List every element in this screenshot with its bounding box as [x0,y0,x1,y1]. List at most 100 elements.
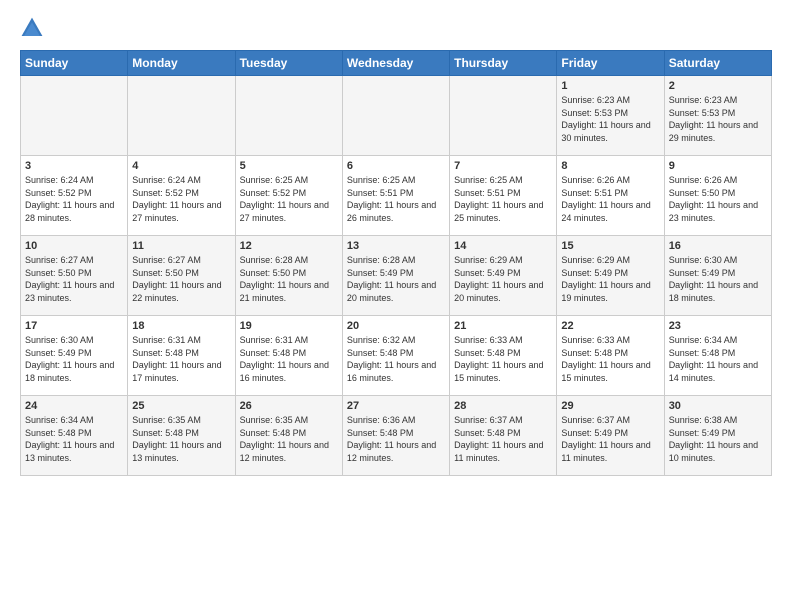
day-number: 18 [132,320,230,332]
day-number: 10 [25,240,123,252]
calendar-cell-2: 2 Sunrise: 6:23 AMSunset: 5:53 PMDaylight… [664,76,771,156]
calendar-cell-26: 26 Sunrise: 6:35 AMSunset: 5:48 PMDayligh… [235,396,342,476]
day-info: Sunrise: 6:23 AMSunset: 5:53 PMDaylight:… [561,94,659,144]
calendar-cell-1: 1 Sunrise: 6:23 AMSunset: 5:53 PMDaylight… [557,76,664,156]
calendar-cell-15: 15 Sunrise: 6:29 AMSunset: 5:49 PMDayligh… [557,236,664,316]
day-info: Sunrise: 6:34 AMSunset: 5:48 PMDaylight:… [25,414,123,464]
calendar-cell-empty [342,76,449,156]
day-number: 9 [669,160,767,172]
page: SundayMondayTuesdayWednesdayThursdayFrid… [0,0,792,486]
calendar-cell-9: 9 Sunrise: 6:26 AMSunset: 5:50 PMDaylight… [664,156,771,236]
calendar-cell-17: 17 Sunrise: 6:30 AMSunset: 5:49 PMDayligh… [21,316,128,396]
calendar-cell-27: 27 Sunrise: 6:36 AMSunset: 5:48 PMDayligh… [342,396,449,476]
day-number: 29 [561,400,659,412]
day-number: 13 [347,240,445,252]
day-info: Sunrise: 6:29 AMSunset: 5:49 PMDaylight:… [561,254,659,304]
calendar-cell-21: 21 Sunrise: 6:33 AMSunset: 5:48 PMDayligh… [450,316,557,396]
day-number: 19 [240,320,338,332]
day-info: Sunrise: 6:27 AMSunset: 5:50 PMDaylight:… [25,254,123,304]
calendar-cell-empty [450,76,557,156]
calendar-cell-8: 8Sunrise: 6:26 AMSunset: 5:51 PMDaylight… [557,156,664,236]
day-number: 5 [240,160,338,172]
day-info: Sunrise: 6:25 AMSunset: 5:51 PMDaylight:… [347,174,445,224]
weekday-header-row: SundayMondayTuesdayWednesdayThursdayFrid… [21,51,772,76]
calendar-cell-18: 18 Sunrise: 6:31 AMSunset: 5:48 PMDayligh… [128,316,235,396]
day-number: 28 [454,400,552,412]
day-number: 11 [132,240,230,252]
day-number: 15 [561,240,659,252]
day-number: 24 [25,400,123,412]
day-number: 27 [347,400,445,412]
calendar-cell-24: 24 Sunrise: 6:34 AMSunset: 5:48 PMDayligh… [21,396,128,476]
calendar-cell-5: 5 Sunrise: 6:25 AMSunset: 5:52 PMDaylight… [235,156,342,236]
day-number: 8 [561,160,659,172]
day-info: Sunrise: 6:24 AMSunset: 5:52 PMDaylight:… [132,174,230,224]
day-number: 2 [669,80,767,92]
day-number: 12 [240,240,338,252]
day-info: Sunrise: 6:28 AMSunset: 5:50 PMDaylight:… [240,254,338,304]
day-number: 1 [561,80,659,92]
day-info: Sunrise: 6:35 AMSunset: 5:48 PMDaylight:… [240,414,338,464]
day-info: Sunrise: 6:31 AMSunset: 5:48 PMDaylight:… [132,334,230,384]
day-info: Sunrise: 6:28 AMSunset: 5:49 PMDaylight:… [347,254,445,304]
calendar-cell-14: 14Sunrise: 6:29 AMSunset: 5:49 PMDayligh… [450,236,557,316]
day-number: 6 [347,160,445,172]
weekday-header-tuesday: Tuesday [235,51,342,76]
calendar-cell-22: 22 Sunrise: 6:33 AMSunset: 5:48 PMDayligh… [557,316,664,396]
week-row-2: 10 Sunrise: 6:27 AMSunset: 5:50 PMDayligh… [21,236,772,316]
calendar-cell-3: 3Sunrise: 6:24 AMSunset: 5:52 PMDaylight… [21,156,128,236]
day-number: 30 [669,400,767,412]
week-row-4: 24 Sunrise: 6:34 AMSunset: 5:48 PMDayligh… [21,396,772,476]
day-number: 7 [454,160,552,172]
weekday-header-thursday: Thursday [450,51,557,76]
logo [20,16,48,40]
calendar-cell-20: 20 Sunrise: 6:32 AMSunset: 5:48 PMDayligh… [342,316,449,396]
day-info: Sunrise: 6:37 AMSunset: 5:48 PMDaylight:… [454,414,552,464]
calendar-cell-7: 7 Sunrise: 6:25 AMSunset: 5:51 PMDaylight… [450,156,557,236]
calendar-cell-25: 25 Sunrise: 6:35 AMSunset: 5:48 PMDayligh… [128,396,235,476]
day-info: Sunrise: 6:37 AMSunset: 5:49 PMDaylight:… [561,414,659,464]
day-info: Sunrise: 6:30 AMSunset: 5:49 PMDaylight:… [669,254,767,304]
weekday-header-saturday: Saturday [664,51,771,76]
day-info: Sunrise: 6:35 AMSunset: 5:48 PMDaylight:… [132,414,230,464]
week-row-3: 17 Sunrise: 6:30 AMSunset: 5:49 PMDayligh… [21,316,772,396]
calendar-cell-30: 30 Sunrise: 6:38 AMSunset: 5:49 PMDayligh… [664,396,771,476]
day-info: Sunrise: 6:32 AMSunset: 5:48 PMDaylight:… [347,334,445,384]
day-info: Sunrise: 6:23 AMSunset: 5:53 PMDaylight:… [669,94,767,144]
day-info: Sunrise: 6:26 AMSunset: 5:50 PMDaylight:… [669,174,767,224]
day-info: Sunrise: 6:34 AMSunset: 5:48 PMDaylight:… [669,334,767,384]
day-info: Sunrise: 6:33 AMSunset: 5:48 PMDaylight:… [561,334,659,384]
calendar-cell-10: 10 Sunrise: 6:27 AMSunset: 5:50 PMDayligh… [21,236,128,316]
day-info: Sunrise: 6:30 AMSunset: 5:49 PMDaylight:… [25,334,123,384]
day-number: 17 [25,320,123,332]
day-info: Sunrise: 6:25 AMSunset: 5:51 PMDaylight:… [454,174,552,224]
calendar-cell-4: 4 Sunrise: 6:24 AMSunset: 5:52 PMDaylight… [128,156,235,236]
day-number: 22 [561,320,659,332]
week-row-0: 1 Sunrise: 6:23 AMSunset: 5:53 PMDaylight… [21,76,772,156]
logo-icon [20,16,44,40]
calendar-cell-11: 11 Sunrise: 6:27 AMSunset: 5:50 PMDayligh… [128,236,235,316]
day-number: 21 [454,320,552,332]
day-number: 14 [454,240,552,252]
day-number: 20 [347,320,445,332]
day-info: Sunrise: 6:25 AMSunset: 5:52 PMDaylight:… [240,174,338,224]
day-info: Sunrise: 6:33 AMSunset: 5:48 PMDaylight:… [454,334,552,384]
weekday-header-wednesday: Wednesday [342,51,449,76]
calendar-cell-empty [21,76,128,156]
day-info: Sunrise: 6:27 AMSunset: 5:50 PMDaylight:… [132,254,230,304]
day-number: 16 [669,240,767,252]
day-number: 4 [132,160,230,172]
week-row-1: 3 Sunrise: 6:24 AMSunset: 5:52 PMDaylight… [21,156,772,236]
day-info: Sunrise: 6:36 AMSunset: 5:48 PMDaylight:… [347,414,445,464]
day-number: 3 [25,160,123,172]
calendar-table: SundayMondayTuesdayWednesdayThursdayFrid… [20,50,772,476]
day-number: 23 [669,320,767,332]
calendar-cell-19: 19Sunrise: 6:31 AMSunset: 5:48 PMDayligh… [235,316,342,396]
calendar-cell-empty [128,76,235,156]
day-number: 25 [132,400,230,412]
calendar-cell-28: 28 Sunrise: 6:37 AMSunset: 5:48 PMDayligh… [450,396,557,476]
day-info: Sunrise: 6:38 AMSunset: 5:49 PMDaylight:… [669,414,767,464]
calendar-cell-23: 23 Sunrise: 6:34 AMSunset: 5:48 PMDayligh… [664,316,771,396]
calendar-cell-6: 6 Sunrise: 6:25 AMSunset: 5:51 PMDaylight… [342,156,449,236]
day-number: 26 [240,400,338,412]
